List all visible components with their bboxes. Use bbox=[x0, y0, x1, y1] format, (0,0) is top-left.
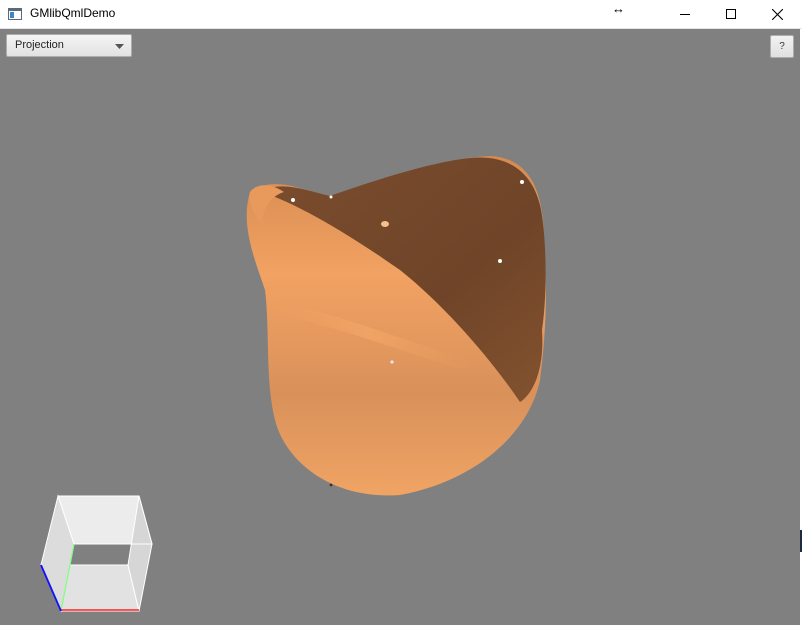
gl-viewport[interactable]: Projection ? bbox=[0, 29, 800, 625]
app-icon bbox=[8, 8, 22, 20]
control-point[interactable] bbox=[381, 221, 389, 227]
control-point[interactable] bbox=[520, 180, 524, 184]
help-button[interactable]: ? bbox=[770, 35, 794, 58]
maximize-icon bbox=[726, 9, 736, 19]
control-point[interactable] bbox=[498, 259, 502, 263]
projection-dropdown-label: Projection bbox=[15, 39, 64, 51]
resize-cursor-icon: ↔ bbox=[612, 1, 625, 16]
close-icon bbox=[771, 8, 783, 20]
projection-dropdown[interactable]: Projection bbox=[6, 34, 132, 57]
minimize-icon bbox=[680, 14, 690, 15]
control-point[interactable] bbox=[329, 195, 333, 199]
maximize-button[interactable] bbox=[708, 0, 754, 28]
control-point[interactable] bbox=[291, 198, 295, 202]
control-point[interactable] bbox=[390, 360, 394, 364]
chevron-down-icon bbox=[115, 44, 124, 49]
minimize-button[interactable] bbox=[662, 0, 708, 28]
close-button[interactable] bbox=[754, 0, 800, 28]
title-bar[interactable]: GMlibQmlDemo ↔ bbox=[0, 0, 802, 29]
orientation-cube[interactable] bbox=[40, 494, 153, 613]
window-title: GMlibQmlDemo bbox=[30, 6, 116, 20]
control-point[interactable] bbox=[329, 483, 333, 487]
scene-canvas[interactable] bbox=[0, 29, 800, 625]
